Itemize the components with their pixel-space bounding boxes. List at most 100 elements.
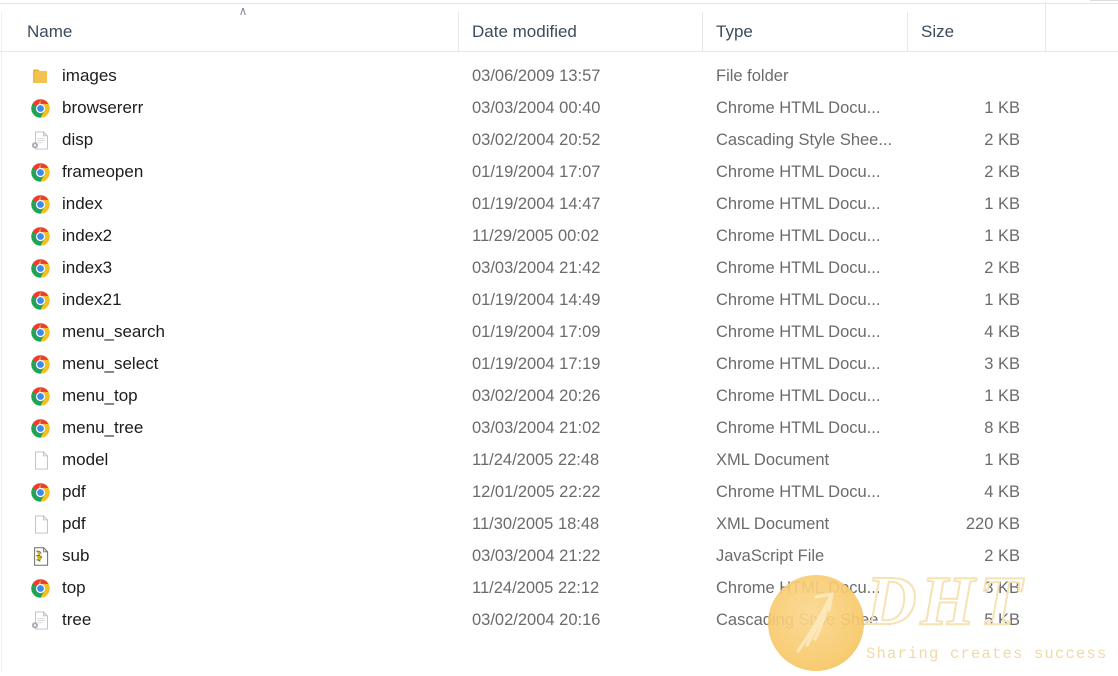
file-name-label: model xyxy=(62,450,109,469)
column-header-size[interactable]: Size xyxy=(907,12,1045,51)
file-name-label: menu_top xyxy=(62,386,138,405)
file-size: 1 KB xyxy=(984,387,1020,405)
file-date-modified: 01/19/2004 17:07 xyxy=(472,163,601,181)
column-header-date-modified[interactable]: Date modified xyxy=(458,12,702,51)
column-divider-size[interactable] xyxy=(907,16,908,46)
folder-icon xyxy=(30,66,51,87)
column-header-row: Name Date modified Type Size xyxy=(0,12,1118,52)
file-name[interactable]: pdf xyxy=(30,508,455,540)
file-list[interactable]: images 03/06/2009 13:57 File folder browser… xyxy=(0,60,1118,660)
file-name-label: top xyxy=(62,578,86,597)
file-name-label: index2 xyxy=(62,226,113,245)
chrome-html-icon xyxy=(30,354,51,375)
file-row[interactable]: sub 03/03/2004 21:22 JavaScript File 2 KB xyxy=(0,540,1118,572)
file-name-label: index21 xyxy=(62,290,122,309)
chrome-html-icon xyxy=(30,322,51,343)
file-name-label: menu_tree xyxy=(62,418,144,437)
file-name[interactable]: menu_top xyxy=(30,380,455,412)
file-date-modified: 11/29/2005 00:02 xyxy=(472,227,600,245)
file-name[interactable]: browsererr xyxy=(30,92,455,124)
file-date-modified: 12/01/2005 22:22 xyxy=(472,483,601,501)
file-type: XML Document xyxy=(716,451,830,469)
file-name[interactable]: index2 xyxy=(30,220,455,252)
file-date-modified: 03/02/2004 20:26 xyxy=(472,387,601,405)
file-type: Chrome HTML Docu... xyxy=(716,291,881,309)
file-row[interactable]: pdf 12/01/2005 22:22 Chrome HTML Docu... 4 … xyxy=(0,476,1118,508)
chrome-html-icon xyxy=(30,386,51,407)
file-row[interactable]: index21 01/19/2004 14:49 Chrome HTML Docu.… xyxy=(0,284,1118,316)
file-size: 2 KB xyxy=(984,259,1020,277)
file-name-label: menu_select xyxy=(62,354,159,373)
file-type: Chrome HTML Docu... xyxy=(716,227,881,245)
file-type: Chrome HTML Docu... xyxy=(716,259,881,277)
file-row[interactable]: disp 03/02/2004 20:52 Cascading Style Shee… xyxy=(0,124,1118,156)
file-date-modified: 03/03/2004 00:40 xyxy=(472,99,601,117)
file-explorer-details-view: ∧ Name Date modified Type Size images 03/… xyxy=(0,0,1118,673)
file-type: Chrome HTML Docu... xyxy=(716,355,881,373)
file-name[interactable]: tree xyxy=(30,604,455,636)
file-row[interactable]: menu_tree 03/03/2004 21:02 Chrome HTML Doc… xyxy=(0,412,1118,444)
file-date-modified: 03/03/2004 21:42 xyxy=(472,259,601,277)
chrome-html-icon xyxy=(30,578,51,599)
file-name[interactable]: pdf xyxy=(30,476,455,508)
file-name[interactable]: index3 xyxy=(30,252,455,284)
file-date-modified: 03/02/2004 20:52 xyxy=(472,131,601,149)
file-type: Cascading Style Shee... xyxy=(716,611,893,629)
file-row[interactable]: index 01/19/2004 14:47 Chrome HTML Docu...… xyxy=(0,188,1118,220)
file-size: 2 KB xyxy=(984,163,1020,181)
file-size: 5 KB xyxy=(984,611,1020,629)
file-row[interactable]: browsererr 03/03/2004 00:40 Chrome HTML Do… xyxy=(0,92,1118,124)
column-header-name[interactable]: Name xyxy=(13,12,458,51)
file-row[interactable]: model 11/24/2005 22:48 XML Document 1 KB xyxy=(0,444,1118,476)
file-name[interactable]: menu_search xyxy=(30,316,455,348)
file-size: 4 KB xyxy=(984,323,1020,341)
file-row[interactable]: menu_top 03/02/2004 20:26 Chrome HTML Docu… xyxy=(0,380,1118,412)
file-name-label: menu_search xyxy=(62,322,166,341)
chrome-html-icon xyxy=(30,258,51,279)
file-name-label: browsererr xyxy=(62,98,144,117)
file-name[interactable]: menu_select xyxy=(30,348,455,380)
file-date-modified: 01/19/2004 17:09 xyxy=(472,323,601,341)
file-name[interactable]: menu_tree xyxy=(30,412,455,444)
file-date-modified: 01/19/2004 14:49 xyxy=(472,291,601,309)
file-row[interactable]: index2 11/29/2005 00:02 Chrome HTML Docu..… xyxy=(0,220,1118,252)
file-name-label: disp xyxy=(62,130,94,149)
file-type: XML Document xyxy=(716,515,830,533)
file-row[interactable]: menu_select 01/19/2004 17:19 Chrome HTML D… xyxy=(0,348,1118,380)
chrome-html-icon xyxy=(30,98,51,119)
column-divider-date[interactable] xyxy=(458,16,459,46)
file-row[interactable]: images 03/06/2009 13:57 File folder xyxy=(0,60,1118,92)
chrome-html-icon xyxy=(30,194,51,215)
file-name[interactable]: index xyxy=(30,188,455,220)
column-header-type[interactable]: Type xyxy=(702,12,907,51)
file-name-label: pdf xyxy=(62,514,86,533)
chrome-html-icon xyxy=(30,482,51,503)
file-name[interactable]: index21 xyxy=(30,284,455,316)
file-name[interactable]: disp xyxy=(30,124,455,156)
file-date-modified: 11/24/2005 22:12 xyxy=(472,579,600,597)
file-row[interactable]: index3 03/03/2004 21:42 Chrome HTML Docu..… xyxy=(0,252,1118,284)
file-date-modified: 11/24/2005 22:48 xyxy=(472,451,600,469)
file-name-label: index3 xyxy=(62,258,113,277)
file-row[interactable]: frameopen 01/19/2004 17:07 Chrome HTML Doc… xyxy=(0,156,1118,188)
xml-file-icon xyxy=(30,450,51,471)
file-name-label: sub xyxy=(62,546,90,565)
file-size: 1 KB xyxy=(984,227,1020,245)
file-name[interactable]: frameopen xyxy=(30,156,455,188)
file-name[interactable]: images xyxy=(30,60,455,92)
file-row[interactable]: menu_search 01/19/2004 17:09 Chrome HTML D… xyxy=(0,316,1118,348)
column-divider-type[interactable] xyxy=(702,16,703,46)
file-row[interactable]: top 11/24/2005 22:12 Chrome HTML Docu... 3 … xyxy=(0,572,1118,604)
column-header-spacer[interactable] xyxy=(1045,12,1118,51)
file-date-modified: 03/06/2009 13:57 xyxy=(472,67,601,85)
chrome-html-icon xyxy=(30,226,51,247)
file-name[interactable]: sub xyxy=(30,540,455,572)
file-row[interactable]: tree 03/02/2004 20:16 Cascading Style Shee… xyxy=(0,604,1118,636)
file-name[interactable]: top xyxy=(30,572,455,604)
file-type: File folder xyxy=(716,67,789,85)
file-name[interactable]: model xyxy=(30,444,455,476)
file-size: 1 KB xyxy=(984,451,1020,469)
file-row[interactable]: pdf 11/30/2005 18:48 XML Document 220 KB xyxy=(0,508,1118,540)
column-divider-spacer[interactable] xyxy=(1045,2,1046,48)
file-date-modified: 03/02/2004 20:16 xyxy=(472,611,601,629)
